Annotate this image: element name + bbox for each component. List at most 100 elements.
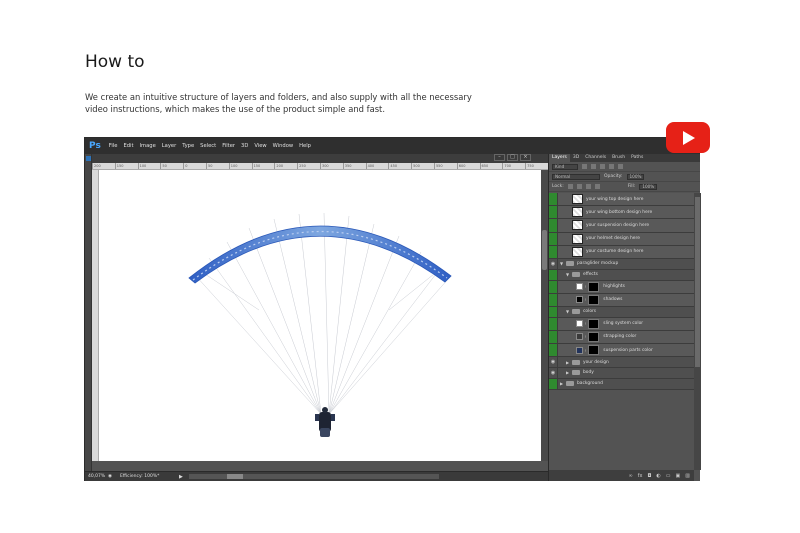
horizontal-ruler: 200 150 100 50 0 50 100 150 200 250 300 … bbox=[92, 163, 548, 170]
visibility-eye-icon[interactable] bbox=[549, 378, 558, 389]
menu-select[interactable]: Select bbox=[200, 143, 216, 149]
type-filter-icon[interactable] bbox=[600, 164, 605, 169]
menu-edit[interactable]: Edit bbox=[123, 143, 133, 149]
link-layers-icon[interactable]: ∞ bbox=[629, 473, 633, 479]
tab-brush[interactable]: Brush bbox=[609, 154, 628, 162]
folder-icon bbox=[566, 261, 574, 267]
visibility-eye-icon[interactable] bbox=[549, 269, 558, 280]
layer-name: suspension parts color bbox=[603, 347, 653, 353]
ruler-tick: 600 bbox=[456, 163, 480, 169]
layer-mask-thumbnail bbox=[588, 281, 600, 292]
info-icon[interactable]: ◉ bbox=[108, 474, 112, 479]
ruler-tick: 500 bbox=[411, 163, 434, 169]
zoom-level[interactable]: 40,07% bbox=[88, 474, 108, 479]
scrollbar-thumb[interactable] bbox=[695, 197, 700, 367]
layer-row[interactable]: your wing top design here bbox=[549, 193, 694, 207]
fill-field[interactable]: 100% bbox=[639, 183, 658, 190]
new-group-icon[interactable]: ▭ bbox=[666, 473, 671, 479]
close-icon[interactable]: × bbox=[520, 154, 531, 161]
visibility-eye-icon[interactable]: ◉ bbox=[549, 258, 558, 269]
opacity-label: Opacity: bbox=[604, 174, 623, 179]
menu-help[interactable]: Help bbox=[299, 143, 311, 149]
layer-row[interactable]: your suspension design here bbox=[549, 219, 694, 233]
layer-group-row[interactable]: ▼ effects bbox=[549, 269, 694, 281]
lock-image-icon[interactable] bbox=[576, 184, 582, 189]
menu-file[interactable]: File bbox=[109, 143, 118, 149]
visibility-eye-icon[interactable] bbox=[549, 317, 558, 330]
lock-position-icon[interactable] bbox=[585, 184, 591, 189]
layer-group-row[interactable]: ◉ ▶ your design bbox=[549, 357, 694, 369]
adjustment-layer-icon[interactable]: ◐ bbox=[656, 473, 660, 479]
layer-row[interactable]: your costume design here bbox=[549, 245, 694, 259]
layer-name: highlights bbox=[603, 284, 625, 290]
layer-group-row[interactable]: ◉ ▼ paraglider mockup bbox=[549, 258, 694, 270]
status-menu-arrow-icon[interactable]: ▶ bbox=[179, 474, 183, 480]
scrollbar-thumb[interactable] bbox=[226, 474, 243, 479]
visibility-eye-icon[interactable] bbox=[549, 330, 558, 344]
menu-3d[interactable]: 3D bbox=[241, 143, 248, 149]
image-filter-icon[interactable] bbox=[582, 164, 587, 169]
adjustment-filter-icon[interactable] bbox=[591, 164, 596, 169]
layer-mask-thumbnail bbox=[588, 345, 600, 356]
layers-scrollbar[interactable] bbox=[694, 193, 701, 470]
tab-3d[interactable]: 3D bbox=[570, 154, 582, 162]
visibility-eye-icon[interactable] bbox=[549, 280, 558, 293]
layer-row[interactable]: your wing bottom design here bbox=[549, 206, 694, 220]
minimize-icon[interactable]: – bbox=[494, 154, 505, 161]
menu-type[interactable]: Type bbox=[182, 143, 194, 149]
visibility-eye-icon[interactable] bbox=[549, 344, 558, 357]
folder-icon bbox=[572, 370, 580, 376]
document-canvas[interactable] bbox=[99, 170, 541, 461]
visibility-eye-icon[interactable] bbox=[549, 193, 558, 206]
layer-mask-thumbnail bbox=[588, 294, 600, 305]
lock-transparent-icon[interactable] bbox=[567, 184, 573, 189]
kind-select[interactable]: Kind bbox=[552, 163, 578, 170]
menu-view[interactable]: View bbox=[254, 143, 266, 149]
layer-row[interactable]: ⁞ strapping color bbox=[549, 330, 694, 345]
blend-mode-select[interactable]: Normal bbox=[552, 173, 600, 180]
visibility-eye-icon[interactable]: ◉ bbox=[549, 357, 558, 368]
menu-filter[interactable]: Filter bbox=[222, 143, 235, 149]
layer-group-row[interactable]: ▼ colors bbox=[549, 306, 694, 318]
tab-channels[interactable]: Channels bbox=[582, 154, 609, 162]
canvas-horizontal-scrollbar[interactable] bbox=[188, 474, 439, 479]
menu-image[interactable]: Image bbox=[140, 143, 156, 149]
ruler-tick: 550 bbox=[433, 163, 457, 169]
opacity-field[interactable]: 100% bbox=[626, 173, 645, 180]
youtube-play-button[interactable] bbox=[666, 122, 710, 153]
visibility-eye-icon[interactable] bbox=[549, 293, 558, 306]
menu-window[interactable]: Window bbox=[273, 143, 293, 149]
tab-paths[interactable]: Paths bbox=[628, 154, 646, 162]
layer-row[interactable]: your helmet design here bbox=[549, 232, 694, 246]
layer-row[interactable]: ⁞ suspension parts color bbox=[549, 344, 694, 358]
menu-layer[interactable]: Layer bbox=[162, 143, 176, 149]
trash-icon[interactable]: ▥ bbox=[685, 473, 690, 479]
smart-object-filter-icon[interactable] bbox=[618, 164, 623, 169]
visibility-eye-icon[interactable] bbox=[549, 306, 558, 317]
shape-filter-icon[interactable] bbox=[609, 164, 614, 169]
visibility-eye-icon[interactable]: ◉ bbox=[549, 368, 558, 378]
folder-icon bbox=[572, 272, 580, 278]
fx-icon[interactable]: fx bbox=[638, 473, 643, 479]
restore-icon[interactable]: □ bbox=[507, 154, 518, 161]
visibility-eye-icon[interactable] bbox=[549, 245, 558, 258]
tab-layers[interactable]: Layers bbox=[549, 154, 570, 162]
layer-name: your costume design here bbox=[586, 249, 644, 255]
canvas-vertical-scrollbar[interactable] bbox=[541, 170, 548, 461]
add-mask-icon[interactable]: ◘ bbox=[647, 473, 651, 479]
ps-tool-icon[interactable] bbox=[86, 156, 91, 161]
lock-all-icon[interactable] bbox=[594, 184, 600, 189]
new-layer-icon[interactable]: ▣ bbox=[676, 473, 681, 479]
visibility-eye-icon[interactable] bbox=[549, 219, 558, 232]
layer-color-swatch bbox=[576, 346, 583, 354]
visibility-eye-icon[interactable] bbox=[549, 206, 558, 219]
visibility-eye-icon[interactable] bbox=[549, 232, 558, 245]
layer-group-row[interactable]: ◉ ▶ body bbox=[549, 368, 694, 379]
layer-row[interactable]: ⁞ shadows bbox=[549, 293, 694, 307]
efficiency-readout: Efficiency: 100%* bbox=[119, 474, 160, 479]
scrollbar-thumb[interactable] bbox=[542, 230, 547, 270]
layer-row[interactable]: ⁞ sling system color bbox=[549, 317, 694, 331]
folder-icon bbox=[572, 309, 580, 315]
layer-group-row[interactable]: ▶ background bbox=[549, 378, 694, 390]
layer-row[interactable]: ⁞ highlights bbox=[549, 280, 694, 294]
